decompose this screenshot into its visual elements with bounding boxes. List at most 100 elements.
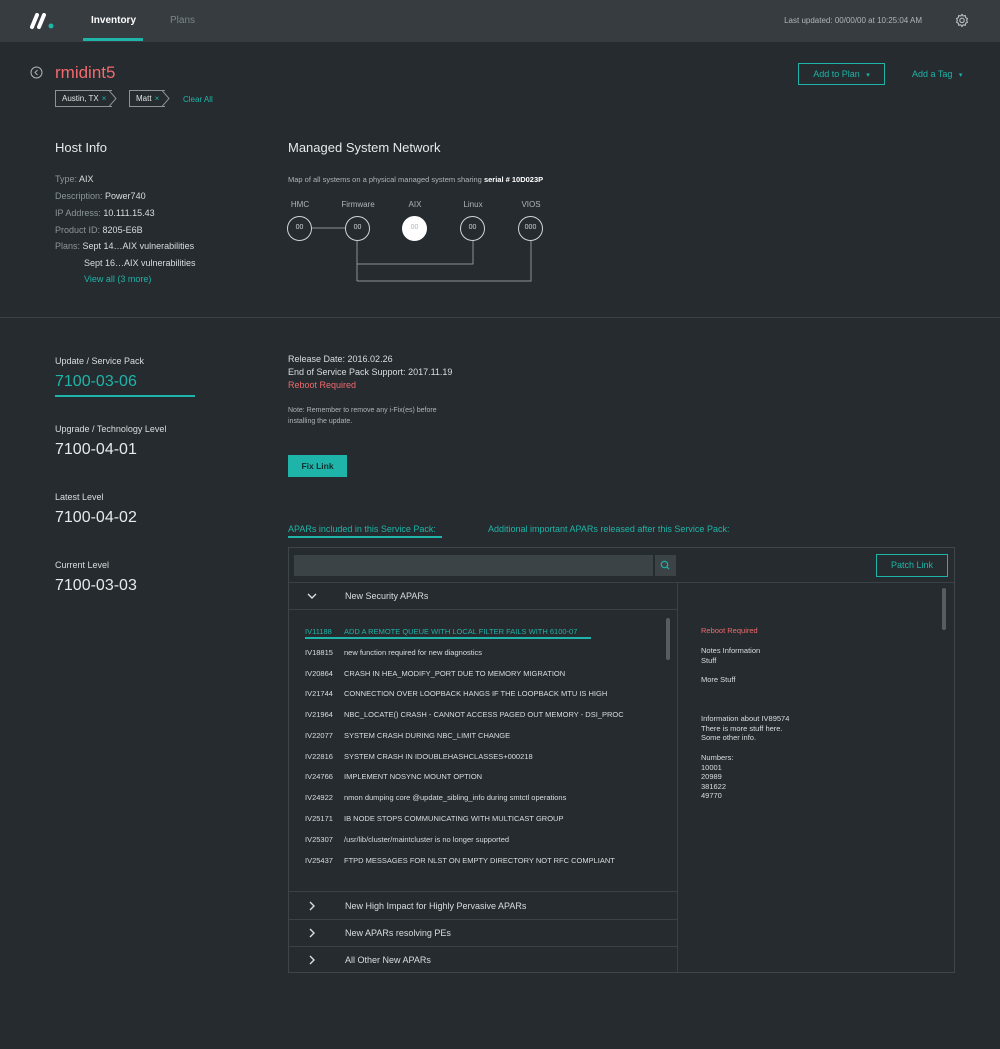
node-hmc[interactable]: 00 — [287, 216, 312, 241]
page-title: rmidint5 — [55, 63, 116, 82]
apar-id[interactable]: IV21964 — [305, 710, 333, 719]
apar-description[interactable]: CONNECTION OVER LOOPBACK HANGS IF THE LO… — [344, 689, 607, 698]
node-aix[interactable]: 00 — [402, 216, 427, 241]
serial-number: serial # 10D023P — [483, 175, 544, 184]
tab-plans[interactable]: Plans — [170, 15, 195, 26]
back-icon[interactable] — [30, 66, 43, 79]
host-ip-value: 10.111.15.43 — [103, 208, 155, 218]
apar-id[interactable]: IV22077 — [305, 731, 333, 740]
current-value[interactable]: 7100-03-03 — [55, 577, 137, 595]
apar-list-scrollbar[interactable] — [666, 618, 670, 660]
node-vios[interactable]: 000 — [518, 216, 543, 241]
install-note-line: Note: Remember to remove any i-Fix(es) b… — [288, 407, 437, 414]
apar-id[interactable]: IV21744 — [305, 689, 333, 698]
apar-description[interactable]: IB NODE STOPS COMMUNICATING WITH MULTICA… — [344, 814, 563, 823]
install-note-line: installing the update. — [288, 418, 353, 425]
update-value[interactable]: 7100-03-06 — [55, 373, 137, 391]
apar-description[interactable]: NBC_LOCATE() CRASH - CANNOT ACCESS PAGED… — [344, 710, 624, 719]
host-product-value: 8205-E6B — [102, 225, 143, 235]
host-plans-label: Plans: — [55, 241, 81, 251]
apar-id[interactable]: IV25307 — [305, 835, 333, 844]
node-firmware[interactable]: 00 — [345, 216, 370, 241]
apar-description[interactable]: IMPLEMENT NOSYNC MOUNT OPTION — [344, 772, 482, 781]
add-to-plan-label: Add to Plan — [813, 69, 860, 79]
apar-description[interactable]: SYSTEM CRASH DURING NBC_LIMIT CHANGE — [344, 731, 510, 740]
add-to-plan-button[interactable]: Add to Plan ▾ — [798, 63, 885, 85]
host-product-row: Product ID: 8205-E6B — [55, 225, 143, 235]
apar-description[interactable]: new function required for new diagnostic… — [344, 648, 482, 657]
host-ip-row: IP Address: 10.111.15.43 — [55, 208, 155, 218]
detail-numbers-label: Numbers: — [701, 753, 734, 762]
apar-description[interactable]: SYSTEM CRASH IN IDOUBLEHASHCLASSES+00021… — [344, 752, 533, 761]
host-type-value: AIX — [79, 174, 94, 184]
apar-group-label: New High Impact for Highly Pervasive APA… — [345, 901, 527, 911]
search-button[interactable] — [655, 555, 676, 576]
host-plans-row: Plans: Sept 14…AIX vulnerabilities — [55, 241, 194, 251]
apar-group-security[interactable]: New Security APARs — [289, 583, 677, 609]
detail-number: 49770 — [701, 791, 722, 800]
clear-all-link[interactable]: Clear All — [183, 95, 213, 104]
close-icon[interactable]: × — [102, 94, 107, 103]
apar-id[interactable]: IV11188 — [305, 627, 332, 636]
apar-description[interactable]: CRASH IN HEA_MODIFY_PORT DUE TO MEMORY M… — [344, 669, 565, 678]
node-linux[interactable]: 00 — [460, 216, 485, 241]
apar-group-label: New Security APARs — [345, 591, 429, 601]
apar-id[interactable]: IV22816 — [305, 752, 333, 761]
logo-icon[interactable] — [30, 12, 56, 30]
tag-tail-shape — [162, 90, 170, 107]
gear-icon[interactable] — [954, 12, 970, 28]
selected-apar-indicator — [305, 637, 591, 639]
plan-link[interactable]: Sept 16…AIX vulnerabilities — [84, 258, 196, 268]
search-input[interactable] — [294, 555, 653, 576]
current-label: Current Level — [55, 560, 110, 570]
apar-description[interactable]: ADD A REMOTE QUEUE WITH LOCAL FILTER FAI… — [344, 627, 577, 636]
apar-group-high-impact[interactable]: New High Impact for Highly Pervasive APA… — [289, 893, 677, 919]
apar-description[interactable]: FTPD MESSAGES FOR NLST ON EMPTY DIRECTOR… — [344, 856, 615, 865]
apar-id[interactable]: IV18815 — [305, 648, 333, 657]
fix-link-button[interactable]: Fix Link — [288, 455, 347, 477]
apar-group-label: New APARs resolving PEs — [345, 928, 451, 938]
apar-id[interactable]: IV24922 — [305, 793, 333, 802]
tag-label: Matt — [136, 94, 152, 103]
tab-inventory[interactable]: Inventory — [91, 15, 136, 26]
apar-description[interactable]: nmon dumping core @update_sibling_info d… — [344, 793, 566, 802]
latest-value[interactable]: 7100-04-02 — [55, 509, 137, 527]
apar-id[interactable]: IV24766 — [305, 772, 333, 781]
network-heading: Managed System Network — [288, 140, 441, 155]
end-of-support: End of Service Pack Support: 2017.11.19 — [288, 367, 453, 377]
detail-info-line: There is more stuff here. — [701, 723, 783, 733]
close-icon[interactable]: × — [155, 94, 160, 103]
apar-group-other[interactable]: All Other New APARs — [289, 947, 677, 973]
detail-scrollbar[interactable] — [942, 588, 946, 630]
patch-link-button[interactable]: Patch Link — [876, 554, 948, 577]
apar-id[interactable]: IV25171 — [305, 814, 333, 823]
tag-chip[interactable]: Austin, TX × — [55, 90, 113, 107]
add-a-tag-label: Add a Tag — [912, 69, 953, 79]
node-label-linux: Linux — [463, 200, 483, 209]
release-date: Release Date: 2016.02.26 — [288, 354, 393, 364]
apar-group-label: All Other New APARs — [345, 955, 431, 965]
tab-apars-included[interactable]: APARs included in this Service Pack: — [288, 524, 436, 534]
detail-info-line: Information about IV89574 — [701, 714, 790, 723]
network-caption-text: Map of all systems on a physical managed… — [288, 175, 482, 184]
upgrade-value[interactable]: 7100-04-01 — [55, 441, 137, 459]
latest-label: Latest Level — [55, 492, 104, 502]
node-label-firmware: Firmware — [341, 200, 375, 209]
plan-link[interactable]: Sept 14…AIX vulnerabilities — [83, 241, 195, 251]
tag-chip[interactable]: Matt × — [129, 90, 166, 107]
apar-group-pes[interactable]: New APARs resolving PEs — [289, 920, 677, 946]
apar-id[interactable]: IV20864 — [305, 669, 333, 678]
view-all-plans-link[interactable]: View all (3 more) — [84, 274, 151, 284]
active-subtab-indicator — [288, 536, 442, 538]
active-tab-indicator — [83, 38, 143, 41]
add-a-tag-button[interactable]: Add a Tag ▾ — [912, 69, 962, 79]
host-info-heading: Host Info — [55, 140, 108, 155]
chevron-right-icon — [309, 928, 315, 938]
detail-notes-line: Stuff — [701, 655, 717, 665]
chevron-right-icon — [309, 901, 315, 911]
group-divider — [289, 609, 677, 610]
apar-id[interactable]: IV25437 — [305, 856, 333, 865]
apar-description[interactable]: /usr/lib/cluster/maintcluster is no long… — [344, 835, 509, 844]
tab-apars-additional[interactable]: Additional important APARs released afte… — [488, 524, 729, 534]
install-note: Note: Remember to remove any i-Fix(es) b… — [288, 405, 473, 427]
